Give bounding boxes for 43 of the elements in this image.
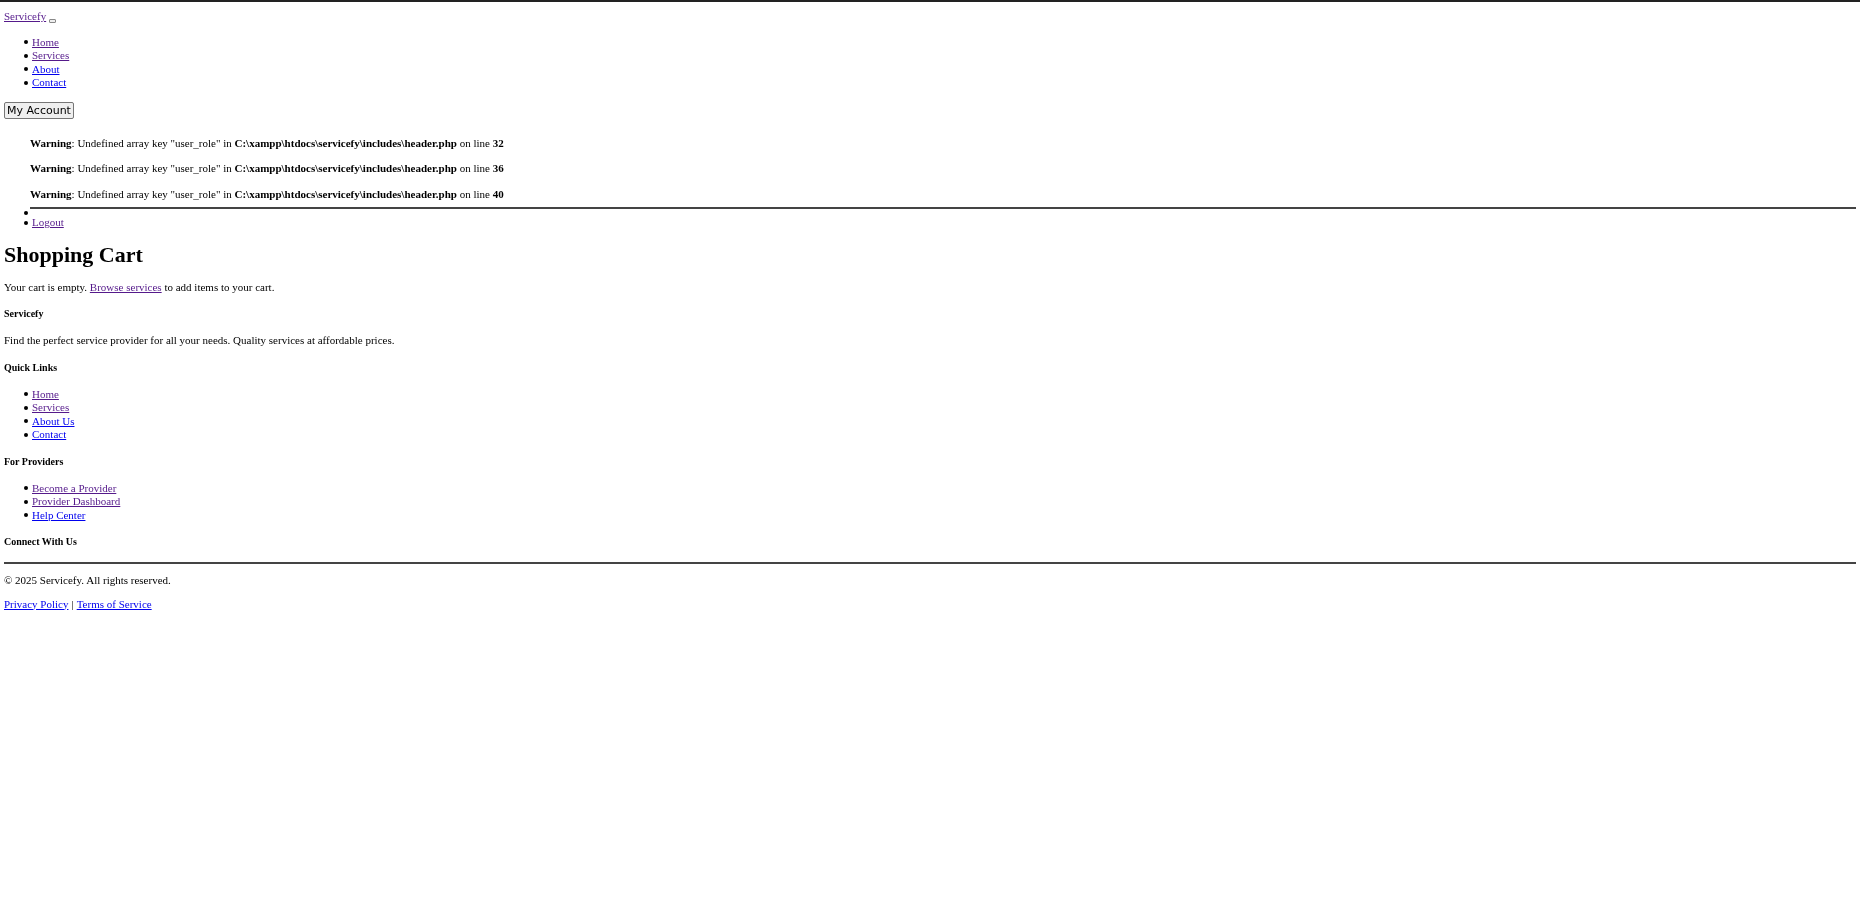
nav-link[interactable]: Home: [32, 35, 59, 49]
php-warning: Warning: Undefined array key "user_role" in C:\xampp\htdocs\servicefy\includes\header.php on line 40: [30, 187, 505, 201]
nav-link[interactable]: About: [32, 62, 60, 76]
footer-link[interactable]: Contact: [32, 428, 67, 442]
footer-heading: Connect With Us: [4, 536, 78, 548]
bullet-icon: [24, 67, 28, 72]
footer-link[interactable]: Services: [32, 401, 70, 415]
bullet-icon: [24, 405, 28, 410]
footer-heading: Servicefy: [4, 308, 45, 320]
legal-link[interactable]: Terms of Service: [76, 597, 152, 611]
nav-link[interactable]: Contact: [32, 76, 67, 90]
legal-link[interactable]: Privacy Policy: [4, 597, 69, 611]
bullet-icon: [24, 432, 28, 437]
empty-cart-message: Your cart is empty. Browse services to add items to your cart.: [4, 280, 276, 294]
footer-tagline: Find the perfect service provider for all your needs. Quality services at affordable prices.: [4, 334, 396, 348]
bullet-icon: [24, 392, 28, 397]
bullet-icon: [24, 513, 28, 518]
bullet-icon: [24, 499, 28, 504]
my-account-button[interactable]: My Account: [4, 101, 74, 119]
php-warning: Warning: Undefined array key "user_role" in C:\xampp\htdocs\servicefy\includes\header.php on line 32: [30, 136, 505, 150]
bullet-icon: [24, 419, 28, 424]
footer-link[interactable]: Help Center: [32, 508, 86, 522]
page-title: Shopping Cart: [4, 241, 144, 268]
footer-link[interactable]: Home: [32, 387, 59, 401]
browse-services-link[interactable]: Browse services: [89, 280, 162, 293]
brand-link[interactable]: Servicefy: [4, 10, 47, 24]
footer-link[interactable]: Provider Dashboard: [32, 495, 121, 509]
bullet-icon: [24, 220, 28, 225]
bullet-icon: [24, 210, 28, 215]
php-warning: Warning: Undefined array key "user_role" in C:\xampp\htdocs\servicefy\includes\header.php on line 36: [30, 162, 505, 176]
menu-toggle-button[interactable]: [49, 18, 57, 23]
footer-heading: For Providers: [4, 455, 65, 468]
logout-link[interactable]: Logout: [32, 216, 64, 230]
nav-link[interactable]: Services: [32, 49, 70, 63]
bullet-icon: [24, 486, 28, 491]
copyright-text: © 2025 Servicefy. All rights reserved.: [4, 574, 172, 588]
footer-link[interactable]: Become a Provider: [32, 481, 117, 495]
bullet-icon: [24, 40, 28, 45]
footer-heading: Quick Links: [4, 361, 59, 374]
bullet-icon: [24, 80, 28, 85]
link-separator: |: [71, 597, 74, 611]
footer-link[interactable]: About Us: [32, 414, 75, 428]
bullet-icon: [24, 53, 28, 58]
